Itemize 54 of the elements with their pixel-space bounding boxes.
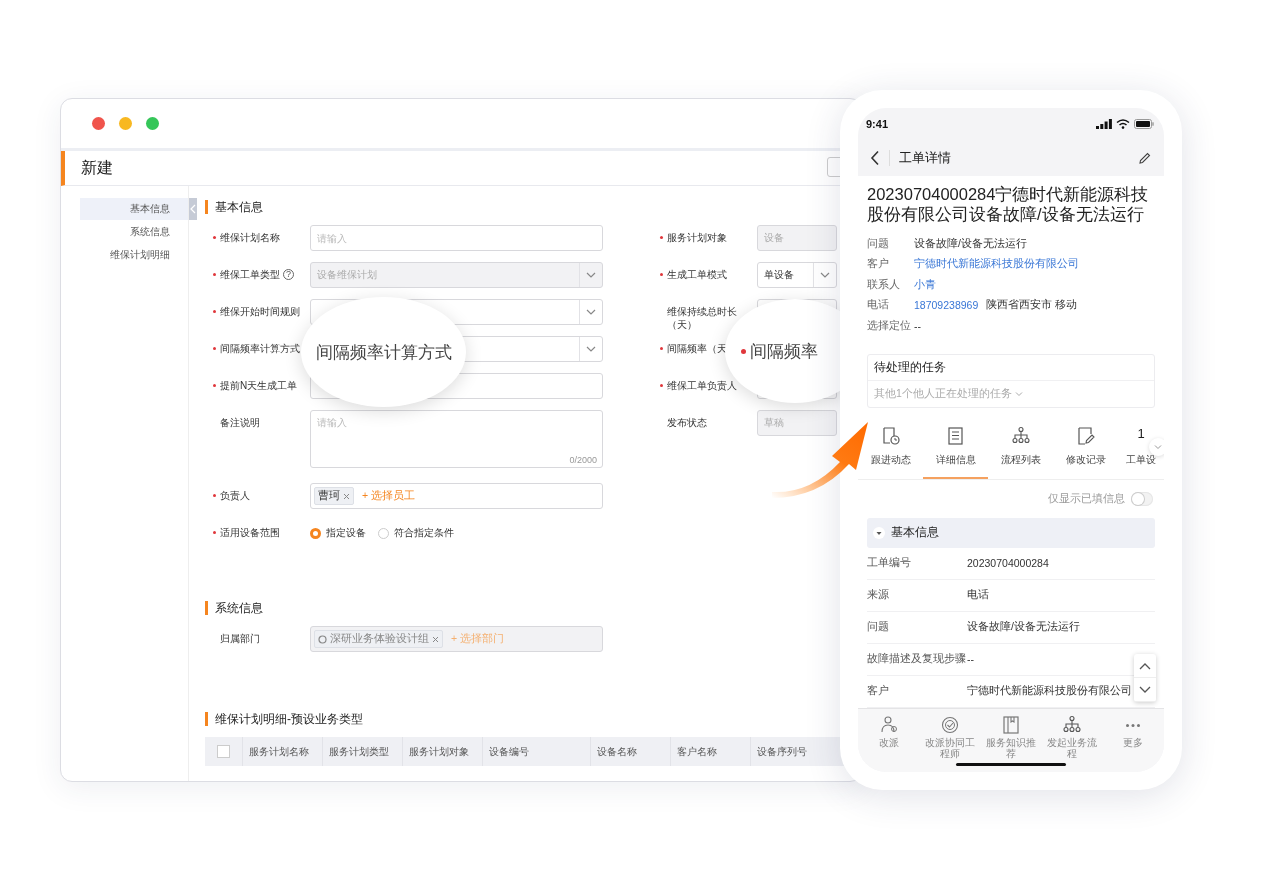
- field-label: 负责人: [220, 489, 250, 502]
- info-value: 陕西省西安市 移动: [986, 298, 1078, 313]
- detail-label: 故障描述及复现步骤: [867, 652, 967, 666]
- field-label: 间隔频率（天: [667, 342, 727, 355]
- tab-label: 工单设: [1126, 453, 1156, 467]
- ticket-title: 20230704000284宁德时代新能源科技股份有限公司设备故障/设备无法运行: [867, 184, 1150, 225]
- field-label: 提前N天生成工单: [220, 379, 298, 392]
- tab-label: 修改记录: [1065, 453, 1106, 467]
- magnified-label: 间隔频率: [750, 340, 818, 363]
- info-label: 客户: [867, 257, 890, 272]
- info-label: 选择定位: [867, 318, 912, 333]
- magnified-label: 间隔频率计算方式: [315, 341, 452, 364]
- status-time: 9:41: [866, 118, 889, 130]
- detail-label: 工单编号: [867, 556, 912, 570]
- field-label: 归属部门: [220, 632, 260, 645]
- info-label: 电话: [867, 298, 890, 313]
- info-label: 联系人: [867, 277, 901, 292]
- field-label: 间隔频率计算方式: [220, 342, 300, 355]
- column-header: 服务计划名称: [242, 737, 322, 766]
- tab-label: 跟进动态: [870, 453, 911, 467]
- field-label: 适用设备范围: [220, 526, 280, 539]
- info-value: --: [914, 319, 921, 332]
- task-title: 待处理的任务: [868, 354, 1154, 381]
- field-label: 维保开始时间规则: [220, 305, 300, 318]
- detail-label: 来源: [867, 588, 890, 602]
- info-value: 设备故障/设备无法运行: [914, 236, 1027, 251]
- page-title: 新建: [81, 157, 113, 178]
- column-header: 客户名称: [670, 737, 750, 766]
- field-label: 维保持续总时长（天）: [667, 305, 738, 331]
- toggle-label: 仅显示已填信息: [1048, 491, 1125, 506]
- field-label: 维保工单负责人: [667, 379, 737, 392]
- field-label: 维保工单类型: [220, 268, 280, 281]
- column-header: 设备序列号: [750, 737, 830, 766]
- field-label: 发布状态: [667, 416, 707, 429]
- character-count: 0/2000: [569, 455, 597, 465]
- detail-value: 设备故障/设备无法运行: [967, 620, 1080, 634]
- column-header: 设备名称: [590, 737, 670, 766]
- field-label: 备注说明: [220, 416, 260, 429]
- tab-label: 流程列表: [1000, 453, 1041, 467]
- info-label: 问题: [867, 236, 890, 251]
- column-header: 服务计划类型: [322, 737, 402, 766]
- detail-value: 20230704000284: [967, 557, 1049, 569]
- column-header: 设备编号: [482, 737, 590, 766]
- tab-label: 详细信息: [935, 453, 976, 467]
- column-header: 服务计划对象: [402, 737, 482, 766]
- field-label: 生成工单模式: [667, 268, 727, 281]
- field-label: 维保计划名称: [220, 231, 280, 244]
- count-value: 1: [1137, 425, 1145, 443]
- detail-label: 客户: [867, 684, 890, 698]
- nav-title: 工单详情: [899, 149, 952, 167]
- detail-value: --: [967, 653, 974, 665]
- detail-value: 电话: [967, 588, 989, 602]
- field-label: 服务计划对象: [667, 231, 727, 244]
- detail-label: 问题: [867, 620, 890, 634]
